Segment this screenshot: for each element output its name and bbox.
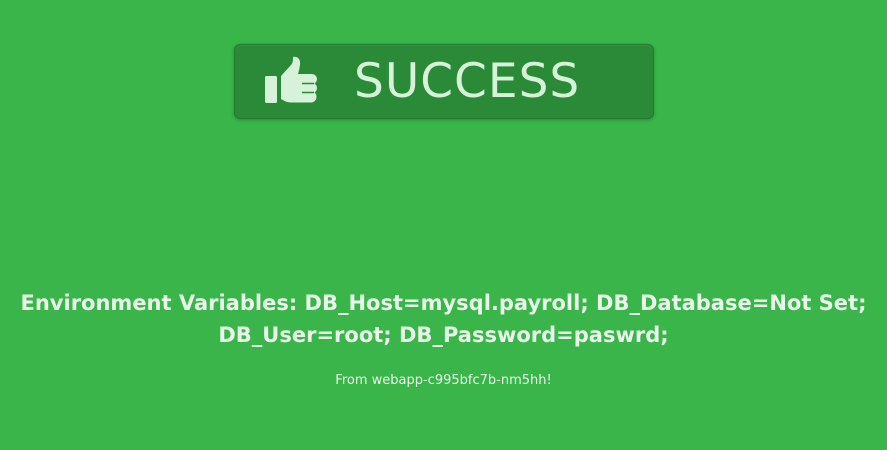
- hostname-text: From webapp-c995bfc7b-nm5hh!: [335, 373, 552, 388]
- thumbs-up-icon: [264, 56, 320, 106]
- env-line-1: Environment Variables: DB_Host=mysql.pay…: [20, 291, 867, 315]
- success-banner: SUCCESS: [234, 44, 654, 119]
- environment-variables-text: Environment Variables: DB_Host=mysql.pay…: [20, 287, 867, 351]
- success-label: SUCCESS: [354, 54, 581, 109]
- env-line-2: DB_User=root; DB_Password=paswrd;: [218, 323, 669, 347]
